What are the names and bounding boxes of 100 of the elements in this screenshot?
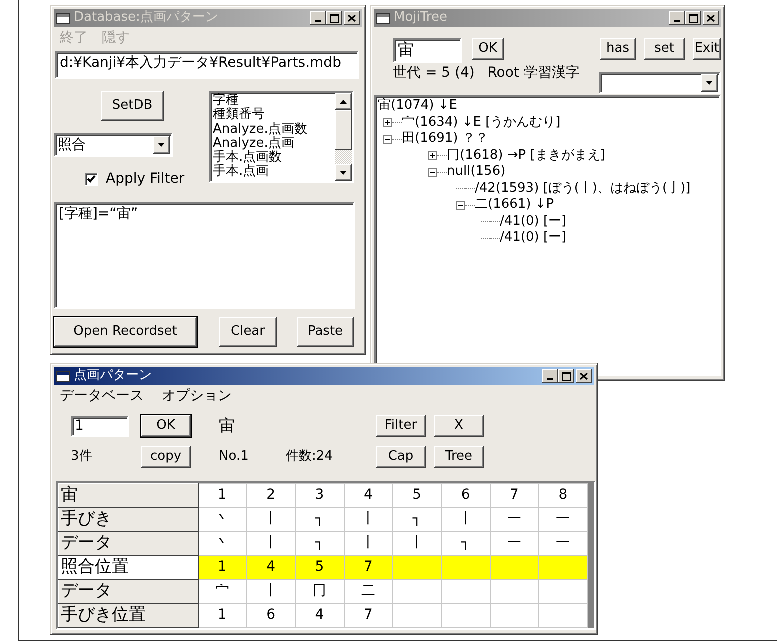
list-item[interactable]: 種類番号 bbox=[213, 108, 333, 123]
grid-cell: 丨 bbox=[246, 508, 296, 532]
search-field[interactable]: 宙 bbox=[393, 38, 462, 63]
grid-cell: 6 bbox=[246, 604, 296, 628]
open-recordset-button[interactable]: Open Recordset bbox=[54, 317, 197, 348]
list-item[interactable]: 字種 bbox=[213, 94, 333, 108]
checkbox-label[interactable]: Apply Filter bbox=[106, 171, 185, 188]
grid-cell: 宀 bbox=[198, 580, 247, 604]
grid-cell: 6 bbox=[441, 484, 490, 508]
tree-item[interactable]: null(156) bbox=[447, 164, 506, 180]
row-header: データ bbox=[58, 580, 198, 604]
minimize-button[interactable] bbox=[542, 369, 558, 383]
grid-cell: 一 bbox=[490, 508, 539, 532]
clear-button[interactable]: Clear bbox=[219, 317, 277, 348]
down-arrow-icon bbox=[340, 170, 347, 174]
expand-icon[interactable] bbox=[383, 118, 392, 128]
filter-button[interactable]: Filter bbox=[376, 415, 426, 437]
minimize-button[interactable] bbox=[310, 11, 326, 25]
dropdown-field[interactable] bbox=[599, 72, 721, 94]
x-button[interactable]: X bbox=[434, 415, 484, 437]
menu-item[interactable]: データベース bbox=[60, 388, 144, 402]
grid-cell: 1 bbox=[198, 556, 247, 580]
grid-cell: 5 bbox=[392, 484, 442, 508]
grid-cell: 二 bbox=[344, 580, 393, 604]
scroll-down-button[interactable] bbox=[335, 164, 352, 181]
row-header: 手びき位置 bbox=[58, 604, 198, 628]
tree-item[interactable]: /42(1593) [ぼう(丨)、はねぼう(亅)] bbox=[475, 180, 691, 197]
dropdown-button[interactable] bbox=[701, 74, 718, 92]
cap-button[interactable]: Cap bbox=[376, 446, 426, 468]
scrollbar-thumb[interactable] bbox=[335, 110, 352, 150]
up-arrow-icon bbox=[340, 100, 347, 104]
ok-button[interactable]: OK bbox=[141, 415, 191, 437]
tree-item[interactable]: 宀(1634) ↓E [うかんむり] bbox=[402, 114, 561, 131]
tree-item[interactable]: 宙(1074) ↓E bbox=[378, 98, 458, 114]
grid-cell: 7 bbox=[490, 484, 539, 508]
copy-button[interactable]: copy bbox=[141, 446, 191, 468]
close-button[interactable] bbox=[576, 369, 592, 383]
list-item[interactable]: Analyze.点画数 bbox=[213, 122, 333, 137]
check-icon bbox=[87, 175, 96, 184]
tree-button[interactable]: Tree bbox=[434, 446, 484, 468]
collapse-icon[interactable] bbox=[456, 200, 465, 210]
close-icon bbox=[348, 14, 356, 22]
menu-item[interactable]: オプション bbox=[162, 388, 232, 402]
grid-cell: 冂 bbox=[295, 580, 344, 604]
maximize-button[interactable] bbox=[326, 11, 342, 25]
grid-cell: 4 bbox=[246, 556, 296, 580]
tree-item[interactable]: 田(1691) ？？ bbox=[402, 131, 488, 148]
maximize-button[interactable] bbox=[558, 369, 574, 383]
dropdown-field[interactable]: 照合 bbox=[54, 133, 173, 157]
hits-label: 3件 bbox=[71, 450, 94, 464]
grid-cell: 2 bbox=[246, 484, 296, 508]
scroll-up-button[interactable] bbox=[335, 93, 352, 110]
list-item[interactable]: 手本.点画数 bbox=[213, 151, 333, 166]
maximize-button[interactable] bbox=[685, 11, 701, 25]
exit-button[interactable]: Exit bbox=[693, 38, 721, 60]
paste-button[interactable]: Paste bbox=[297, 317, 354, 348]
set-button[interactable]: set bbox=[644, 38, 685, 60]
minimize-button[interactable] bbox=[669, 11, 685, 25]
window-icon bbox=[376, 12, 390, 24]
tree-item[interactable]: /41(0) [ー] bbox=[500, 214, 567, 230]
grid-cell: 4 bbox=[295, 604, 344, 628]
close-icon bbox=[580, 372, 588, 380]
scrollbar[interactable] bbox=[335, 93, 352, 181]
close-button[interactable] bbox=[344, 11, 360, 25]
field-list[interactable]: 字種 種類番号 Analyze.点画数 Analyze.点画 手本.点画数 手本.点画 bbox=[209, 91, 354, 183]
caret-icon bbox=[158, 143, 165, 147]
window-icon bbox=[56, 12, 70, 24]
record-field[interactable]: 1 bbox=[71, 416, 129, 436]
dropdown-button[interactable] bbox=[153, 136, 170, 154]
grid-cell: 1 bbox=[198, 604, 247, 628]
has-button[interactable]: has bbox=[600, 38, 636, 60]
close-button[interactable] bbox=[703, 11, 719, 25]
list-item[interactable]: Analyze.点画 bbox=[213, 136, 333, 152]
setdb-button[interactable]: SetDB bbox=[101, 91, 164, 121]
tree-item[interactable]: 二(1661) ↓P bbox=[475, 197, 554, 214]
pattern-grid[interactable]: 宙 1 2 3 4 5 6 7 8 手びき 丶 丨 ┐ 丨 ┐ 丨 一 一 データ 丶 丨 ┐ 丨 丨 ┐ 一 一 照合位置 1 4 5 7 データ 宀 丨 冂 二 手びき位置 1 6 4 7 bbox=[56, 481, 596, 630]
collapse-icon[interactable] bbox=[428, 168, 437, 177]
tree-item[interactable]: 冂(1618) →P [まきがまえ] bbox=[447, 148, 606, 164]
row-header: データ bbox=[58, 532, 198, 556]
record-number: No.1 bbox=[219, 450, 250, 464]
maximize-icon bbox=[688, 14, 698, 22]
generation-label: 世代 = 5 (4) bbox=[393, 65, 476, 83]
checkbox[interactable] bbox=[85, 172, 98, 186]
window-title: MojiTree bbox=[394, 10, 448, 26]
ok-button[interactable]: OK bbox=[472, 38, 504, 60]
grid-cell: 丨 bbox=[246, 580, 296, 604]
count-label: 件数:24 bbox=[286, 450, 334, 464]
tree-view[interactable]: 宙(1074) ↓E 宀(1634) ↓E [うかんむり] 田(1691) ？？ 冂(1618) →P [まきがまえ] null(156) /42(1593) [ぼう(丨)、はねぼう(亅)] 二(1661) ↓P /41(0) [ー] /41(0) [ー] bbox=[374, 95, 721, 376]
grid-cell: 丶 bbox=[198, 508, 247, 532]
tree-item[interactable]: /41(0) [ー] bbox=[500, 230, 567, 246]
grid-cell: 3 bbox=[295, 484, 344, 508]
expand-icon[interactable] bbox=[428, 151, 437, 160]
caret-icon bbox=[706, 81, 713, 85]
grid-cell: 丨 bbox=[344, 508, 393, 532]
collapse-icon[interactable] bbox=[383, 134, 392, 144]
grid-cell: 4 bbox=[344, 484, 393, 508]
filter-text-area[interactable]: [字種]=“宙” bbox=[54, 202, 355, 310]
path-field[interactable]: d:¥Kanji¥本入力データ¥Result¥Parts.mdb bbox=[55, 51, 359, 79]
list-item[interactable]: 手本.点画 bbox=[213, 165, 333, 180]
root-label: Root 学習漢字 bbox=[488, 65, 581, 83]
